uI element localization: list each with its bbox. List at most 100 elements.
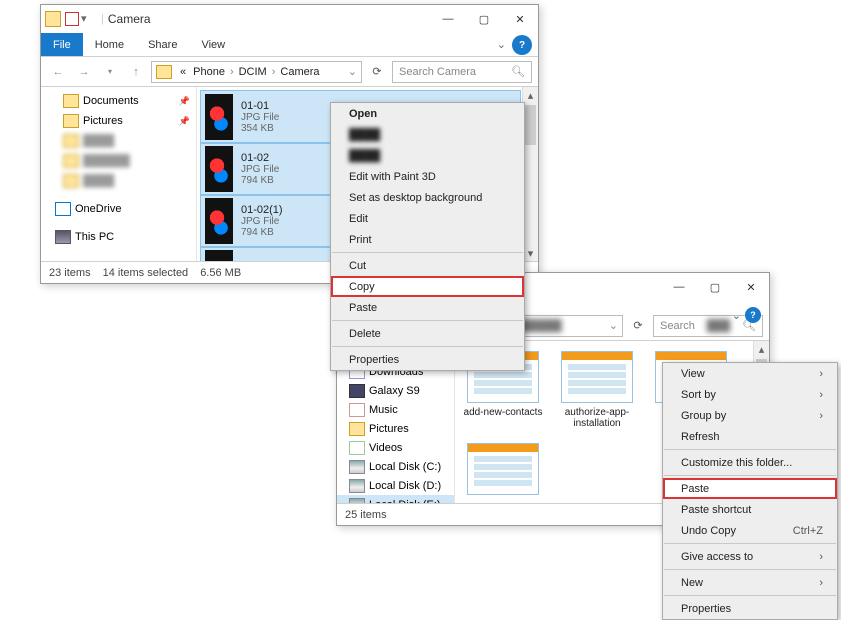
folder-icon <box>45 11 61 27</box>
file-size: 354 KB <box>241 123 279 134</box>
search-input[interactable]: Search Camera 🔍︎ <box>392 61 532 83</box>
menu-item[interactable]: Copy <box>331 276 524 297</box>
nav-item[interactable]: Galaxy S9 <box>337 381 454 400</box>
close-button[interactable]: ✕ <box>733 273 769 301</box>
menu-item[interactable]: Set as desktop background <box>331 187 524 208</box>
menu-item[interactable]: Edit with Paint 3D <box>331 166 524 187</box>
ribbon-file[interactable]: File <box>41 33 83 56</box>
menu-item[interactable]: ████ <box>331 124 524 145</box>
menu-item[interactable]: Cut <box>331 255 524 276</box>
scroll-up-icon[interactable]: ▴ <box>523 87 538 103</box>
menu-item[interactable]: Paste shortcut <box>663 499 837 520</box>
breadcrumb-item[interactable]: Camera <box>278 66 321 78</box>
menu-item[interactable]: Paste <box>331 297 524 318</box>
nav-item[interactable]: ████ <box>41 171 196 191</box>
nav-icon <box>349 384 365 398</box>
menu-item[interactable]: Print <box>331 229 524 250</box>
onedrive-icon <box>55 202 71 216</box>
forward-button[interactable]: → <box>73 61 95 83</box>
nav-item-pictures[interactable]: Pictures📌 <box>41 111 196 131</box>
grid-label: add-new-contacts <box>463 407 543 418</box>
pin-icon: 📌 <box>179 96 190 107</box>
menu-item[interactable]: Delete <box>331 323 524 344</box>
grid-item[interactable]: authorize-app-installation <box>557 351 637 429</box>
menu-item[interactable]: Refresh <box>663 426 837 447</box>
menu-label: Paste <box>349 302 377 314</box>
nav-item[interactable]: Local Disk (E:) <box>337 495 454 503</box>
ribbon-tab-home[interactable]: Home <box>83 33 136 56</box>
file-thumbnail <box>205 146 233 192</box>
menu-item[interactable]: Group by› <box>663 405 837 426</box>
qat-icon[interactable] <box>65 12 79 26</box>
menu-item[interactable]: Properties <box>331 349 524 370</box>
menu-item[interactable]: Undo CopyCtrl+Z <box>663 520 837 541</box>
refresh-button[interactable]: ⟳ <box>366 61 388 83</box>
context-menu-folder[interactable]: View›Sort by›Group by›RefreshCustomize t… <box>662 362 838 620</box>
help-icon[interactable]: ? <box>745 307 761 323</box>
menu-item[interactable]: New› <box>663 572 837 593</box>
nav-item[interactable]: Local Disk (D:) <box>337 476 454 495</box>
nav-item-documents[interactable]: Documents📌 <box>41 91 196 111</box>
menu-item[interactable]: ████ <box>331 145 524 166</box>
file-name: 01-02(1) <box>241 204 283 216</box>
submenu-arrow-icon: › <box>819 577 823 589</box>
nav-item[interactable]: ██████ <box>41 151 196 171</box>
menu-item[interactable]: Properties <box>663 598 837 619</box>
titlebar[interactable]: ▾ | Camera ― ▢ ✕ <box>41 5 538 33</box>
grid-thumbnail <box>467 443 539 495</box>
ribbon-expand-icon[interactable]: ⌄ <box>732 309 741 322</box>
menu-item[interactable]: View› <box>663 363 837 384</box>
address-bar[interactable]: « Phone› DCIM› Camera ⌄ <box>151 61 362 83</box>
ribbon-tab-view[interactable]: View <box>189 33 237 56</box>
menu-item[interactable]: Edit <box>331 208 524 229</box>
nav-item[interactable]: Music <box>337 400 454 419</box>
folder-icon <box>63 114 79 128</box>
up-button[interactable]: ↑ <box>125 61 147 83</box>
help-icon[interactable]: ? <box>512 35 532 55</box>
minimize-button[interactable]: ― <box>661 273 697 301</box>
nav-item[interactable]: Pictures <box>337 419 454 438</box>
breadcrumb-prefix: « <box>178 66 188 78</box>
back-button[interactable]: ← <box>47 61 69 83</box>
nav-item-thispc[interactable]: This PC <box>41 227 196 247</box>
ribbon: File Home Share View ⌄ ? <box>41 33 538 57</box>
menu-item[interactable]: Customize this folder... <box>663 452 837 473</box>
minimize-button[interactable]: ― <box>430 5 466 33</box>
context-menu-file[interactable]: Open ████ ████ Edit with Paint 3D Set as des… <box>330 102 525 371</box>
scroll-thumb[interactable] <box>525 105 536 145</box>
menu-label: Group by <box>681 410 726 422</box>
file-name: 01-02 <box>241 152 279 164</box>
breadcrumb-item[interactable]: Phone <box>191 66 227 78</box>
qat-icon[interactable]: ▾ <box>81 12 95 26</box>
menu-item[interactable]: Paste <box>663 478 837 499</box>
menu-item[interactable]: Sort by› <box>663 384 837 405</box>
address-row: ← → ▾ ↑ « Phone› DCIM› Camera ⌄ ⟳ Search… <box>41 57 538 87</box>
nav-item-onedrive[interactable]: OneDrive <box>41 199 196 219</box>
ribbon-tab-share[interactable]: Share <box>136 33 189 56</box>
scroll-down-icon[interactable]: ▾ <box>523 245 538 261</box>
maximize-button[interactable]: ▢ <box>697 273 733 301</box>
nav-item[interactable]: Videos <box>337 438 454 457</box>
nav-item[interactable]: Local Disk (C:) <box>337 457 454 476</box>
nav-item[interactable]: ████ <box>41 131 196 151</box>
menu-item[interactable]: Give access to› <box>663 546 837 567</box>
refresh-button[interactable]: ⟳ <box>627 315 649 337</box>
menu-label: Edit <box>349 213 368 225</box>
menu-label: Print <box>349 234 372 246</box>
status-count: 25 items <box>345 509 387 521</box>
maximize-button[interactable]: ▢ <box>466 5 502 33</box>
menu-label: ████ <box>349 150 380 162</box>
menu-label: ████ <box>349 129 380 141</box>
nav-icon <box>349 479 365 493</box>
menu-label: Paste shortcut <box>681 504 751 516</box>
close-button[interactable]: ✕ <box>502 5 538 33</box>
file-thumbnail <box>205 94 233 140</box>
grid-item[interactable] <box>463 443 543 499</box>
recent-button[interactable]: ▾ <box>99 61 121 83</box>
ribbon-expand-icon[interactable]: ⌄ <box>497 33 506 56</box>
menu-label: Set as desktop background <box>349 192 482 204</box>
nav-pane[interactable]: Documents📌 Pictures📌 ████ ██████ ████ On… <box>41 87 197 261</box>
breadcrumb-item[interactable]: DCIM <box>237 66 269 78</box>
menu-item[interactable]: Open <box>331 103 524 124</box>
scroll-up-icon[interactable]: ▴ <box>754 341 769 357</box>
